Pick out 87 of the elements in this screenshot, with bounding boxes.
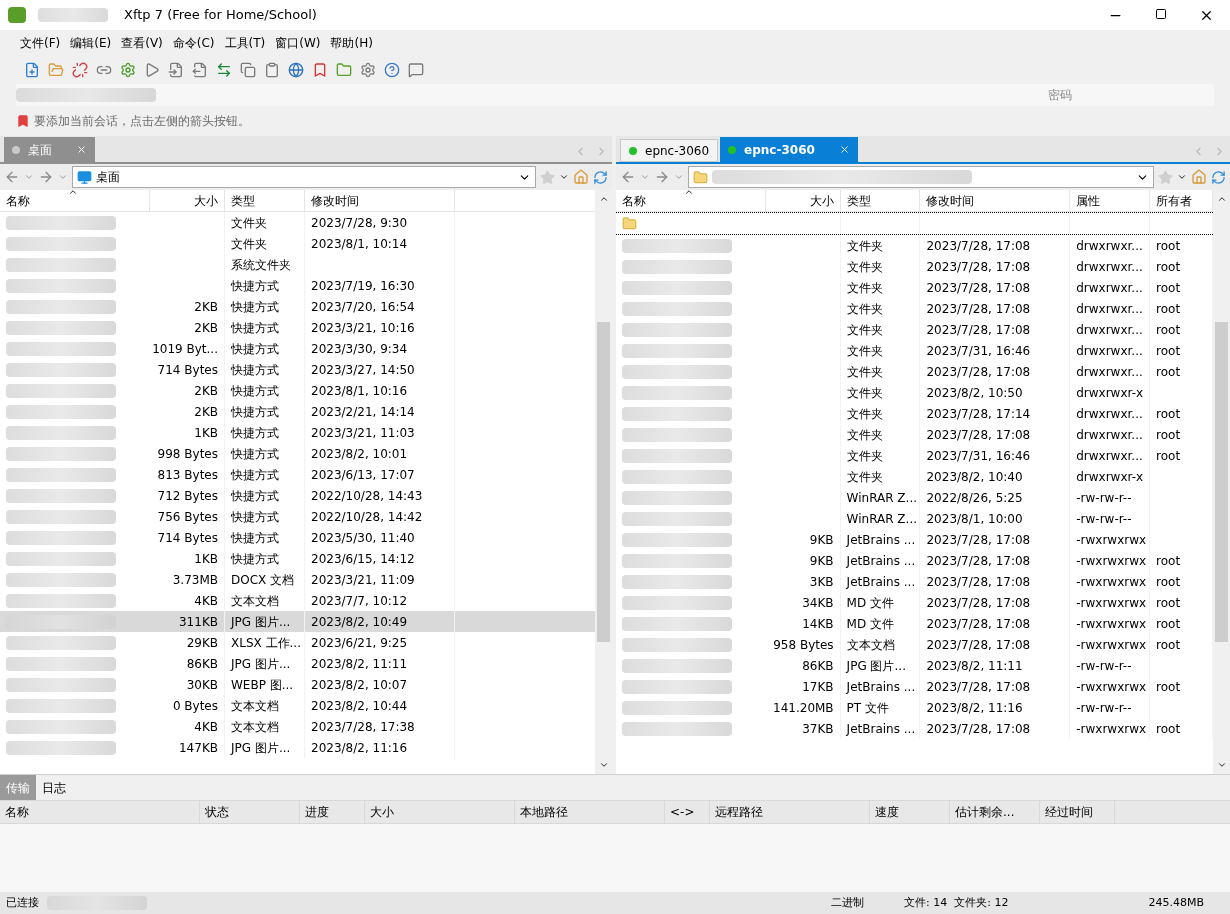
column-header[interactable]: 经过时间 bbox=[1040, 801, 1115, 823]
help-icon[interactable] bbox=[384, 62, 400, 78]
menu-item[interactable]: 编辑(E) bbox=[66, 34, 116, 52]
back-icon[interactable] bbox=[620, 169, 636, 185]
column-header[interactable]: 状态 bbox=[200, 801, 300, 823]
column-header[interactable]: 大小 bbox=[765, 190, 841, 211]
desktop-icon bbox=[77, 169, 92, 185]
menu-item[interactable]: 文件(F) bbox=[16, 34, 65, 52]
path-field[interactable]: 桌面 bbox=[72, 166, 536, 188]
upload-icon[interactable] bbox=[192, 62, 208, 78]
column-header[interactable]: 属性 bbox=[1070, 190, 1151, 211]
star-icon[interactable] bbox=[1158, 169, 1173, 185]
menu-item[interactable]: 窗口(W) bbox=[271, 34, 325, 52]
column-header[interactable]: 远程路径 bbox=[710, 801, 870, 823]
status-text: 二进制 bbox=[831, 894, 865, 911]
column-header[interactable]: 名称 bbox=[0, 801, 200, 823]
session-settings-icon[interactable] bbox=[120, 62, 136, 78]
menu-item[interactable]: 查看(V) bbox=[117, 34, 167, 52]
column-header[interactable]: 类型 bbox=[225, 190, 305, 211]
forward-icon[interactable] bbox=[38, 169, 54, 185]
menu-item[interactable]: 命令(C) bbox=[168, 34, 219, 52]
scrollbar[interactable] bbox=[1213, 190, 1230, 774]
refresh-icon[interactable] bbox=[1211, 169, 1226, 185]
scroll-down-icon[interactable] bbox=[1216, 760, 1227, 770]
blurred-area bbox=[38, 8, 108, 22]
paste-icon[interactable] bbox=[264, 62, 280, 78]
table-cell: JPG 图片... bbox=[225, 737, 305, 758]
forward-icon[interactable] bbox=[654, 169, 670, 185]
download-icon[interactable] bbox=[168, 62, 184, 78]
back-icon[interactable] bbox=[4, 169, 20, 185]
folder-icon bbox=[622, 216, 637, 231]
new-session-icon[interactable] bbox=[24, 62, 40, 78]
sync-icon[interactable] bbox=[216, 62, 232, 78]
address-bar[interactable]: 密码 bbox=[16, 84, 1214, 106]
path-field[interactable] bbox=[688, 166, 1154, 188]
table-cell: 2023/7/28, 17:08 bbox=[920, 718, 1071, 739]
panel-tab[interactable]: 日志 bbox=[36, 775, 72, 800]
window-title: Xftp 7 (Free for Home/School) bbox=[124, 6, 317, 25]
column-header[interactable]: 名称 bbox=[0, 190, 150, 211]
sort-icon bbox=[68, 190, 78, 197]
status-text: 文件: 14 文件夹: 12 bbox=[904, 894, 1009, 911]
caret-icon[interactable] bbox=[1177, 172, 1187, 182]
settings-icon[interactable] bbox=[360, 62, 376, 78]
scroll-down-icon[interactable] bbox=[598, 760, 609, 770]
session-tab[interactable]: epnc-3060 bbox=[620, 139, 719, 162]
column-header[interactable]: 修改时间 bbox=[305, 190, 455, 211]
column-header[interactable]: <-> bbox=[665, 801, 710, 823]
scrollbar[interactable] bbox=[595, 190, 612, 774]
scroll-up-icon[interactable] bbox=[598, 194, 609, 204]
column-header[interactable]: 类型 bbox=[840, 190, 921, 211]
add-session-icon[interactable] bbox=[16, 114, 30, 128]
sort-icon bbox=[684, 190, 694, 197]
column-header[interactable]: 速度 bbox=[870, 801, 950, 823]
scrollbar-thumb[interactable] bbox=[1215, 322, 1228, 642]
folder-icon bbox=[693, 169, 708, 185]
column-header[interactable]: 名称 bbox=[616, 190, 766, 211]
maximize-icon[interactable] bbox=[1155, 7, 1167, 20]
refresh-icon[interactable] bbox=[593, 169, 608, 185]
table-cell: 37KB bbox=[765, 718, 841, 739]
status-text: 245.48MB bbox=[1148, 894, 1204, 911]
menu-item[interactable]: 帮助(H) bbox=[326, 34, 377, 52]
status-text: 已连接 bbox=[6, 894, 39, 911]
play-icon[interactable] bbox=[144, 62, 160, 78]
chat-icon[interactable] bbox=[408, 62, 424, 78]
open-folder-icon[interactable] bbox=[48, 62, 64, 78]
star-icon[interactable] bbox=[540, 169, 555, 185]
column-header[interactable]: 修改时间 bbox=[920, 190, 1071, 211]
copy-icon[interactable] bbox=[240, 62, 256, 78]
table-cell: 147KB bbox=[150, 737, 225, 758]
session-tab[interactable]: epnc-3060 bbox=[720, 137, 858, 162]
file-row[interactable]: 311KB JPG 图片... 2023/8/2, 10:49 bbox=[0, 611, 595, 632]
globe-icon[interactable] bbox=[288, 62, 304, 78]
scroll-up-icon[interactable] bbox=[1216, 194, 1227, 204]
menu-item[interactable]: 工具(T) bbox=[220, 34, 270, 52]
hint-text: 要添加当前会话，点击左侧的箭头按钮。 bbox=[34, 113, 250, 130]
column-header[interactable]: 大小 bbox=[365, 801, 515, 823]
scrollbar-thumb[interactable] bbox=[597, 322, 610, 642]
column-header[interactable]: 估计剩余... bbox=[950, 801, 1040, 823]
column-header[interactable]: 大小 bbox=[150, 190, 225, 211]
disconnect-icon[interactable] bbox=[72, 62, 88, 78]
table-cell: JetBrains ... bbox=[840, 718, 921, 739]
caret-icon[interactable] bbox=[559, 172, 569, 182]
app-logo-icon bbox=[8, 7, 26, 23]
table-cell: 2023/8/2, 11:16 bbox=[305, 737, 455, 758]
column-header[interactable]: 本地路径 bbox=[515, 801, 665, 823]
table-cell: -rwxrwxrwx bbox=[1070, 718, 1151, 739]
column-header[interactable]: 进度 bbox=[300, 801, 365, 823]
